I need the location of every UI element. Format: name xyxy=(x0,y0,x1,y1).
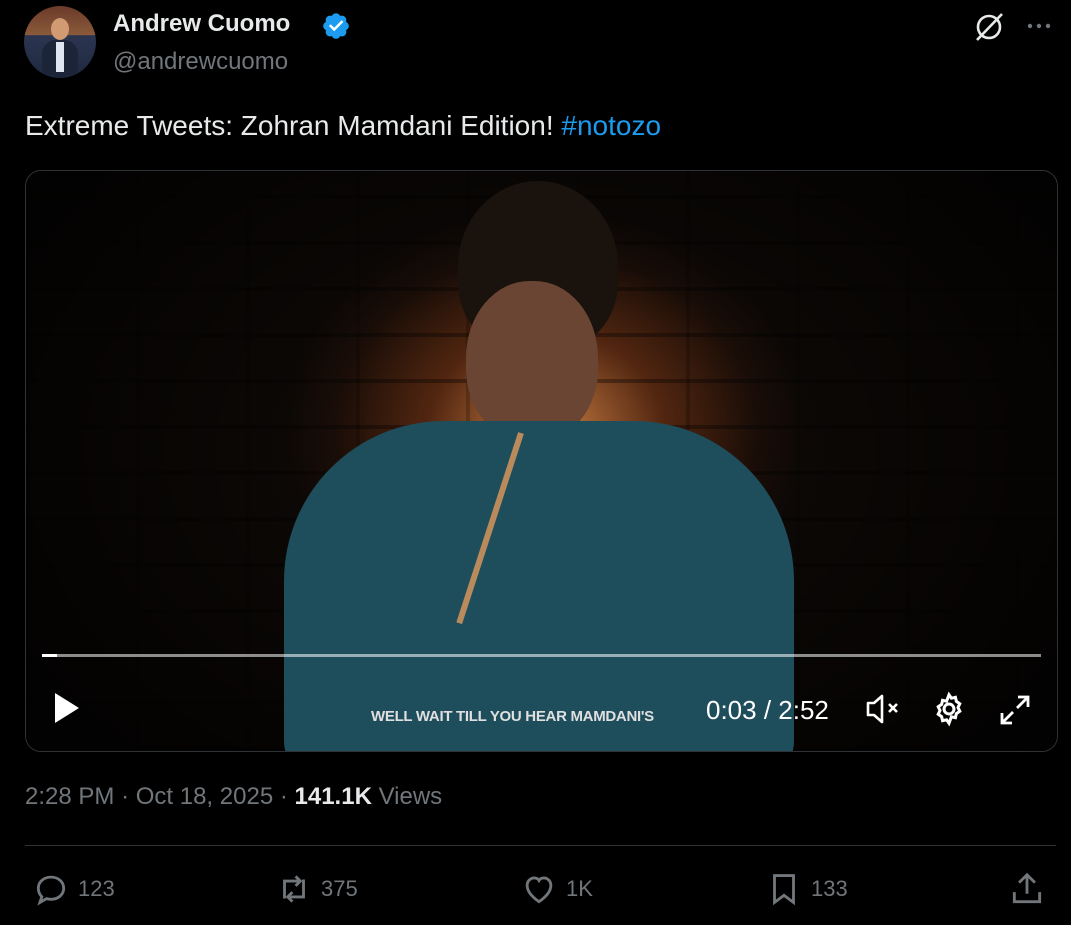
video-progress-fill xyxy=(42,654,57,657)
author-handle[interactable]: @andrewcuomo xyxy=(113,48,288,76)
hashtag-link[interactable]: #notozo xyxy=(561,110,661,141)
bookmark-count: 133 xyxy=(811,876,848,901)
reply-count: 123 xyxy=(78,876,115,901)
tweet-time[interactable]: 2:28 PM xyxy=(25,783,114,810)
avatar-shirt xyxy=(56,42,64,72)
tweet-date[interactable]: Oct 18, 2025 xyxy=(136,783,273,810)
bookmark-icon xyxy=(773,874,795,906)
grok-icon[interactable] xyxy=(972,10,1006,44)
mute-icon[interactable] xyxy=(864,691,904,727)
separator-dot: · xyxy=(279,783,295,810)
reply-button[interactable]: 123 xyxy=(32,870,115,908)
repost-count: 375 xyxy=(321,876,358,901)
video-caption: WELL WAIT TILL YOU HEAR MAMDANI'S xyxy=(371,708,654,725)
like-count: 1K xyxy=(566,876,593,901)
separator-dot: · xyxy=(121,783,136,810)
video-time: 0:03 / 2:52 xyxy=(706,695,829,725)
divider xyxy=(25,845,1056,846)
verified-badge-icon[interactable] xyxy=(321,11,351,41)
views-count: 141.1K xyxy=(294,783,372,810)
repost-icon xyxy=(283,875,305,903)
bookmark-button[interactable]: 133 xyxy=(765,870,848,908)
play-icon[interactable] xyxy=(52,691,82,725)
avatar-head xyxy=(51,18,69,40)
avatar[interactable] xyxy=(24,6,96,78)
settings-icon[interactable] xyxy=(931,691,967,727)
person-head xyxy=(466,281,598,441)
heart-icon xyxy=(525,876,553,904)
fullscreen-icon[interactable] xyxy=(998,693,1032,727)
video-player[interactable]: WELL WAIT TILL YOU HEAR MAMDANI'S 0:03 /… xyxy=(25,170,1058,752)
tweet-body: Extreme Tweets: Zohran Mamdani Edition! xyxy=(25,110,554,141)
tweet-text: Extreme Tweets: Zohran Mamdani Edition! … xyxy=(25,110,661,142)
video-progress-bar[interactable] xyxy=(42,654,1041,657)
like-button[interactable]: 1K xyxy=(520,870,593,908)
author-name[interactable]: Andrew Cuomo xyxy=(113,10,290,38)
repost-button[interactable]: 375 xyxy=(275,870,358,908)
share-icon xyxy=(1012,872,1042,904)
share-button[interactable] xyxy=(1008,870,1046,908)
more-icon[interactable] xyxy=(1024,12,1054,42)
tweet-meta: 2:28 PM · Oct 18, 2025 · 141.1K Views xyxy=(25,783,442,811)
reply-icon xyxy=(36,875,66,906)
views-label: Views xyxy=(378,783,443,810)
